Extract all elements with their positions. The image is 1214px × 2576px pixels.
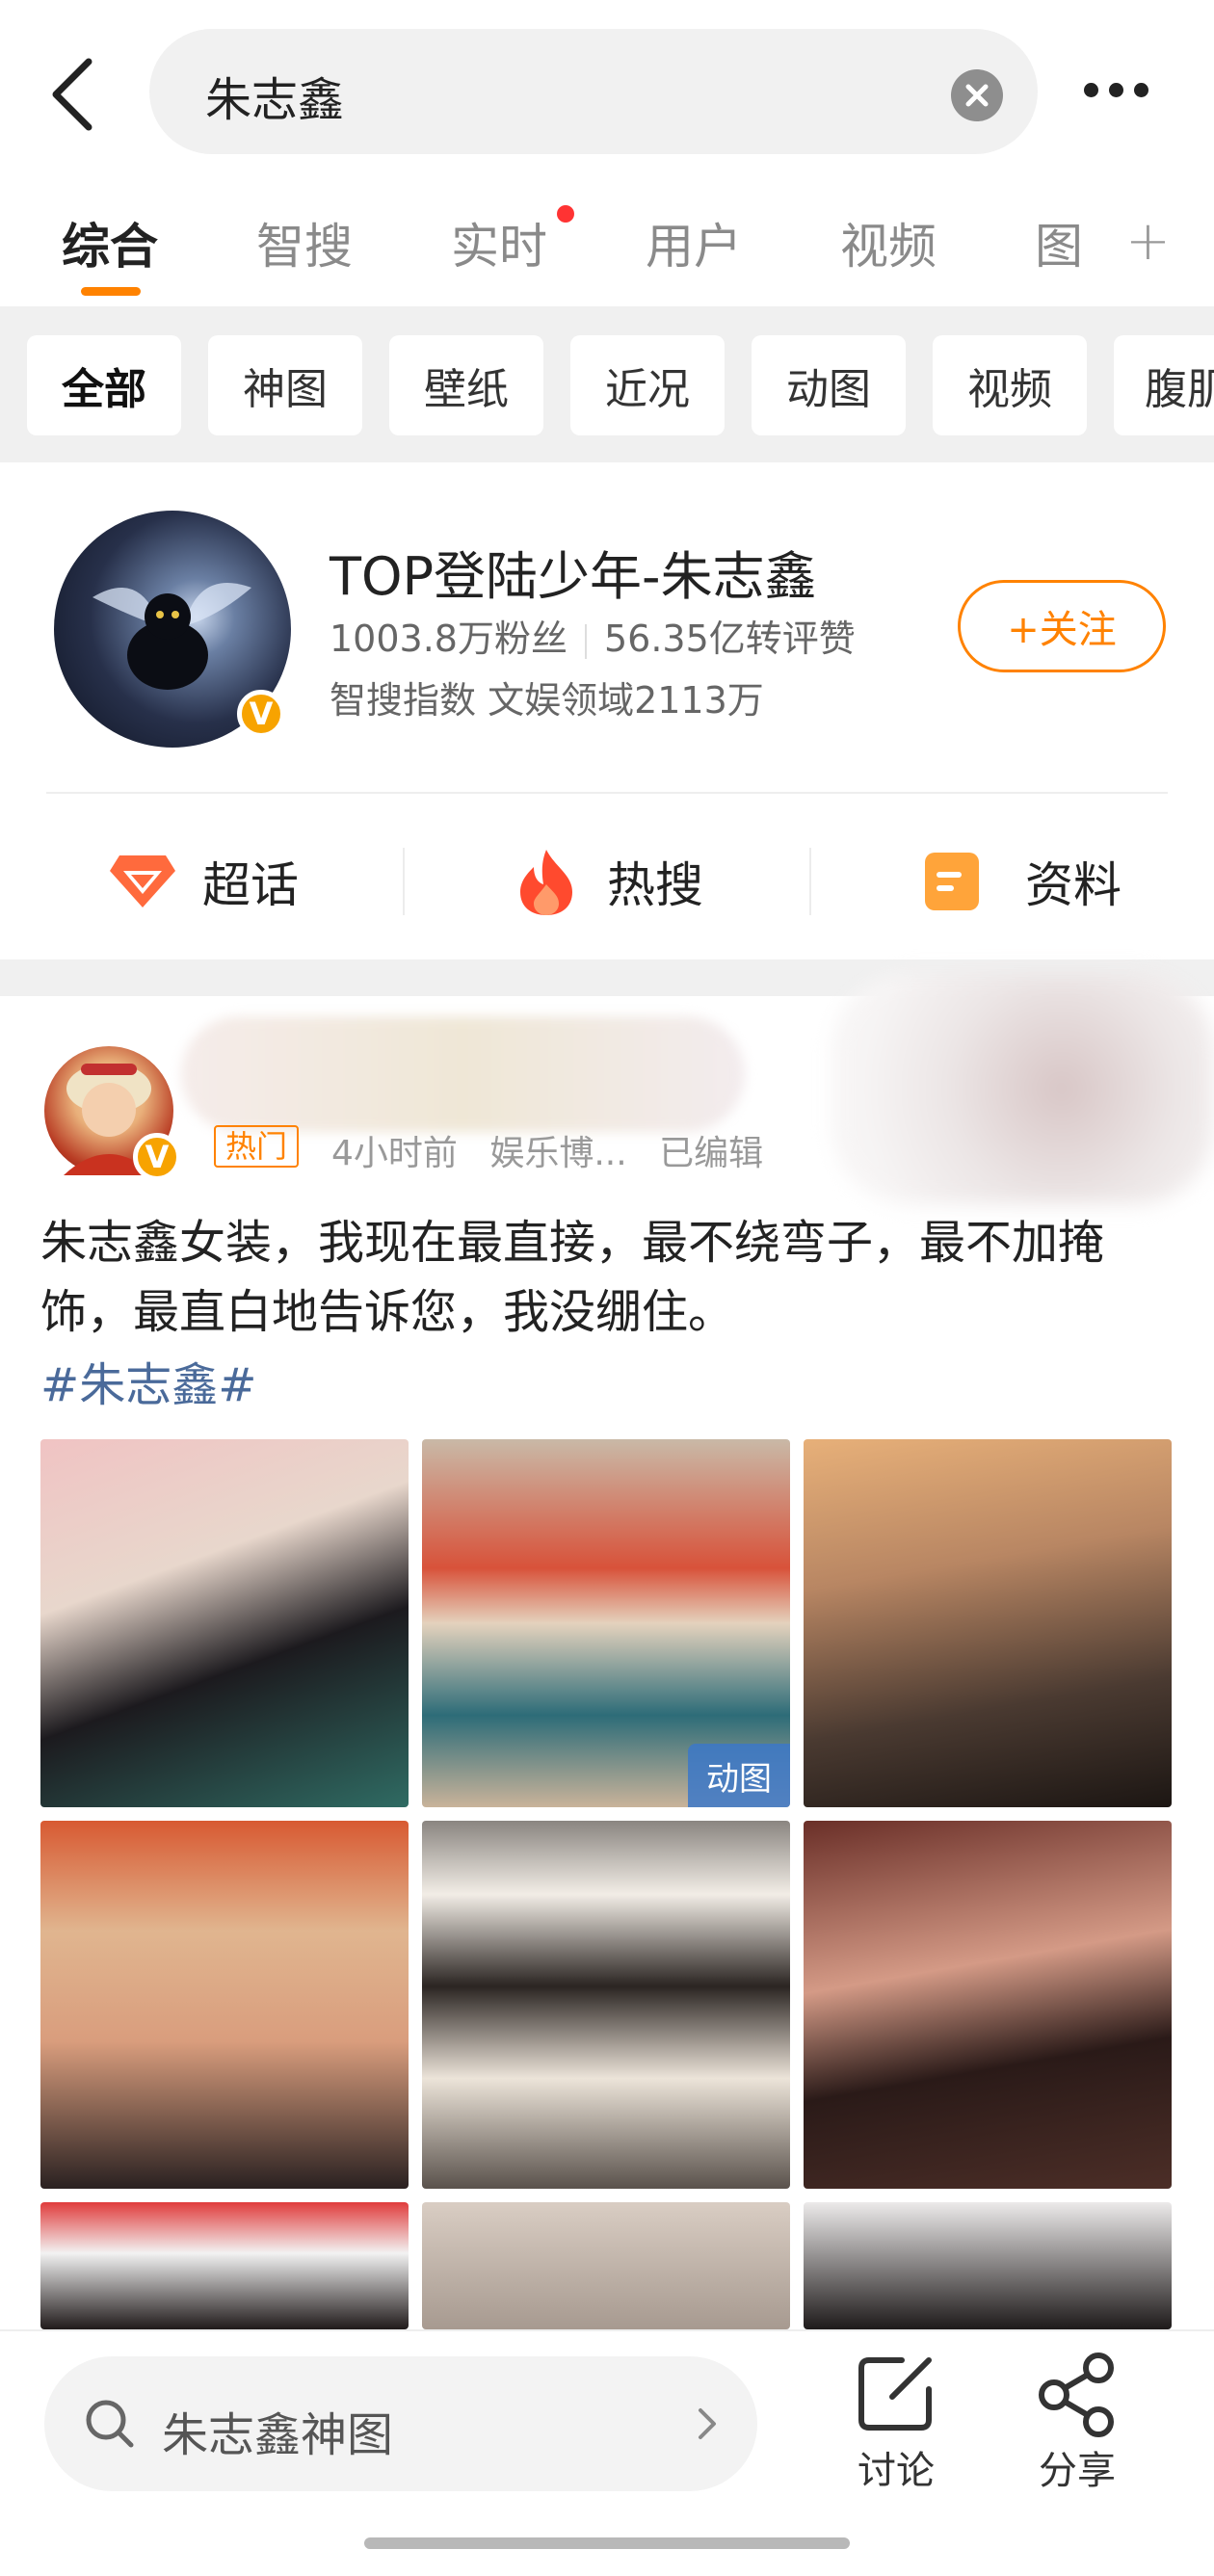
smart-search-index: 智搜指数 文娱领域2113万 <box>330 679 764 722</box>
suggestion-text: 朱志鑫神图 <box>162 2408 394 2462</box>
shortcut-label: 超话 <box>202 857 299 913</box>
hot-tag-badge: 热门 <box>214 1125 300 1168</box>
chevron-right-icon <box>699 2408 716 2439</box>
search-field[interactable]: 朱志鑫 <box>149 29 1038 154</box>
tab-smart-search[interactable]: 智搜 <box>256 208 353 277</box>
filter-chip-abs[interactable]: 腹肌 <box>1114 335 1214 435</box>
shortcut-divider <box>809 848 811 915</box>
close-icon <box>965 84 989 107</box>
home-indicator[interactable] <box>364 2537 850 2549</box>
flame-icon <box>520 850 572 915</box>
filter-chip-wallpaper[interactable]: 壁纸 <box>389 335 543 435</box>
photo-6[interactable] <box>804 1821 1172 2189</box>
back-arrow-icon[interactable] <box>46 56 104 133</box>
share-icon <box>1039 2353 1114 2437</box>
profile-doc-icon <box>925 853 979 910</box>
divider <box>46 792 1168 794</box>
filter-chip-video[interactable]: 视频 <box>933 335 1087 435</box>
gif-badge: 动图 <box>688 1744 790 1807</box>
fans-count: 1003.8万粉丝 <box>330 618 567 660</box>
follow-button[interactable]: +关注 <box>958 580 1166 672</box>
photo-5[interactable] <box>422 1821 790 2189</box>
share-label[interactable]: 分享 <box>1019 2439 1135 2495</box>
discuss-button[interactable] <box>854 2351 938 2437</box>
post-hashtag-link[interactable]: #朱志鑫# <box>40 1347 256 1414</box>
post-time: 4小时前 <box>331 1134 458 1173</box>
more-options-icon[interactable] <box>1084 83 1161 102</box>
photo-7[interactable] <box>40 2202 409 2329</box>
discuss-label[interactable]: 讨论 <box>838 2439 954 2495</box>
tab-comprehensive[interactable]: 综合 <box>62 208 158 277</box>
post-meta: 4小时前 娱乐博... 已编辑 <box>331 1125 763 1175</box>
filter-chip-recent[interactable]: 近况 <box>570 335 725 435</box>
post-body[interactable]: 朱志鑫女装，我现在最直接，最不绕弯子，最不加掩饰，最直白地告诉您，我没绷住。 <box>40 1208 1177 1347</box>
photo-4[interactable] <box>40 1821 409 2189</box>
profile-stats: 1003.8万粉丝 56.35亿转评赞 <box>330 609 856 662</box>
tab-images[interactable]: 图 <box>1035 208 1083 277</box>
shortcut-hot-search[interactable]: 热搜 <box>513 838 703 925</box>
shortcut-label: 资料 <box>1025 857 1122 913</box>
shortcut-divider <box>403 848 405 915</box>
post-source: 娱乐博... <box>489 1134 627 1173</box>
shortcut-profile-info[interactable]: 资料 <box>923 838 1122 925</box>
blurred-username <box>181 1016 745 1132</box>
tab-realtime[interactable]: 实时 <box>451 208 547 277</box>
photo-8[interactable] <box>422 2202 790 2329</box>
blurred-region <box>832 973 1214 1204</box>
search-input[interactable]: 朱志鑫 <box>205 62 344 129</box>
bottom-search-suggestion[interactable]: 朱志鑫神图 <box>44 2356 757 2491</box>
tab-video[interactable]: 视频 <box>840 208 937 277</box>
post-edited: 已编辑 <box>659 1134 764 1173</box>
clear-search-button[interactable] <box>951 69 1003 121</box>
add-tab-icon[interactable]: + <box>1125 210 1171 273</box>
tab-users[interactable]: 用户 <box>646 208 742 277</box>
photo-9[interactable] <box>804 2202 1172 2329</box>
filter-chip-all[interactable]: 全部 <box>27 335 181 435</box>
photo-2[interactable]: 动图 <box>422 1439 790 1807</box>
verified-badge-icon: V <box>237 690 285 738</box>
share-button[interactable] <box>1035 2351 1120 2437</box>
active-tab-indicator <box>81 287 141 296</box>
compose-icon <box>858 2357 932 2431</box>
filter-chip-gif[interactable]: 动图 <box>752 335 906 435</box>
verified-badge-icon: V <box>133 1133 181 1181</box>
shortcut-supertopic[interactable]: 超话 <box>108 838 299 925</box>
photo-3[interactable] <box>804 1439 1172 1807</box>
new-dot-badge <box>557 205 574 223</box>
supertopic-icon <box>110 855 175 907</box>
profile-name[interactable]: TOP登陆少年-朱志鑫 <box>330 534 817 610</box>
shortcut-label: 热搜 <box>607 857 703 913</box>
photo-1[interactable] <box>40 1439 409 1807</box>
search-icon <box>86 2400 134 2448</box>
filter-chip-memes[interactable]: 神图 <box>208 335 362 435</box>
interaction-count: 56.35亿转评赞 <box>603 618 856 660</box>
stats-divider <box>584 623 587 659</box>
